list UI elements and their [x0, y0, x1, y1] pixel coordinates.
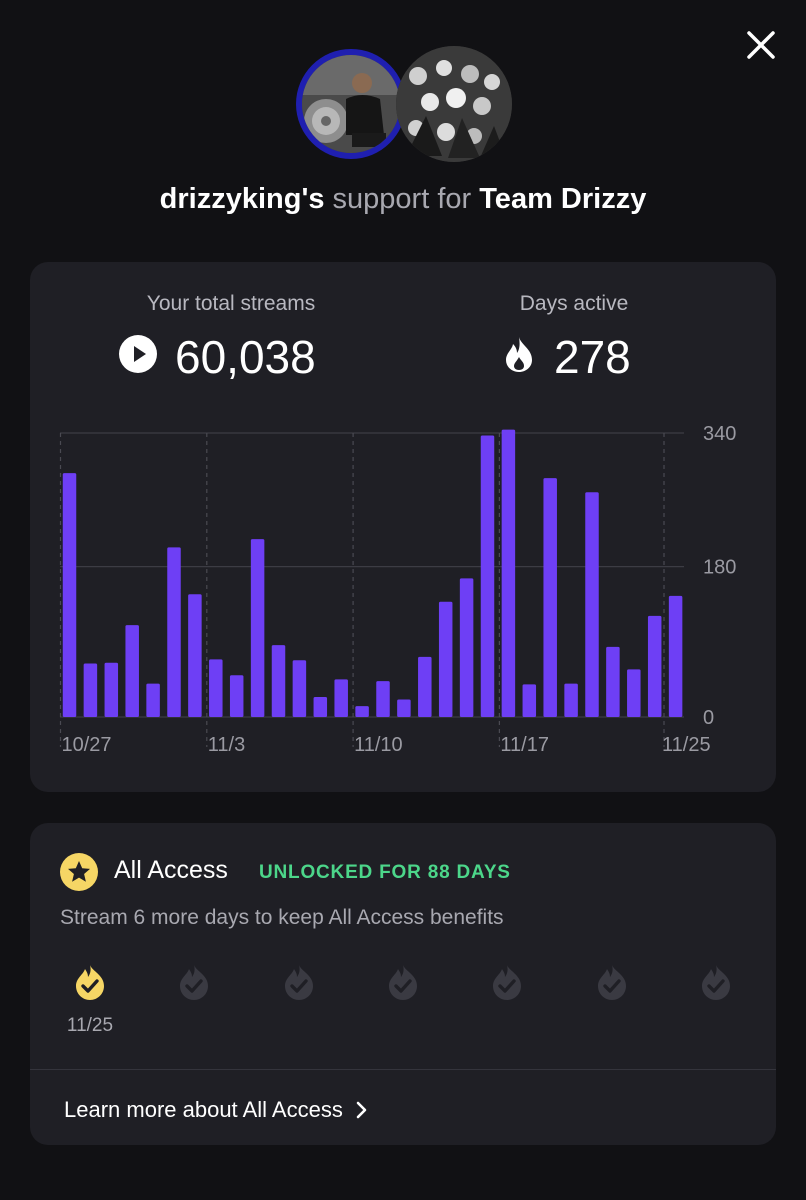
- streak-flame-check-icon: [597, 965, 626, 1000]
- close-icon: [747, 31, 775, 59]
- streak-day: [164, 963, 224, 1053]
- bar: [104, 662, 119, 717]
- divider: [30, 1069, 776, 1070]
- bar: [522, 684, 537, 717]
- learn-more-link[interactable]: Learn more about All Access: [64, 1097, 369, 1123]
- bar: [418, 656, 432, 717]
- bar: [146, 683, 160, 717]
- unlock-status-badge: UNLOCKED FOR 88 DAYS: [259, 862, 511, 883]
- bar: [647, 615, 662, 717]
- streak-day: [269, 963, 329, 1053]
- bar: [188, 594, 202, 717]
- streak-day: [373, 963, 433, 1053]
- bar: [376, 681, 390, 717]
- streak-flame-check-icon: [76, 965, 104, 1000]
- streak-day: [686, 963, 746, 1053]
- streak-flame-check-icon: [284, 965, 313, 1000]
- bar: [355, 706, 369, 717]
- bar: [564, 683, 578, 717]
- team-avatar: [396, 46, 512, 162]
- bar: [292, 660, 307, 717]
- streak-flame-check-icon: [493, 965, 522, 1000]
- learn-more-label: Learn more about All Access: [64, 1097, 343, 1122]
- username: drizzyking's: [159, 183, 325, 215]
- bar: [585, 492, 599, 717]
- bar: [83, 663, 98, 717]
- support-headline: drizzyking's support for Team Drizzy: [0, 180, 806, 218]
- bar: [668, 595, 683, 717]
- x-tick-label: 10/27: [62, 734, 112, 756]
- bar: [229, 675, 244, 717]
- bar: [250, 539, 265, 717]
- bar: [438, 601, 453, 717]
- x-tick-label: 11/10: [354, 734, 403, 756]
- all-access-description: Stream 6 more days to keep All Access be…: [60, 906, 504, 929]
- streak-day-label: 11/25: [66, 1015, 114, 1036]
- streams-chart: 340 180 0 10/27 11/3 11/10 11/17 11/25: [59, 423, 736, 756]
- close-button[interactable]: [744, 28, 778, 62]
- avatar-group: [296, 46, 516, 162]
- bar: [501, 429, 516, 717]
- bar: [543, 478, 557, 717]
- streak-day: [582, 963, 642, 1053]
- streak-flame-check-icon: [388, 965, 417, 1000]
- team-name: Team Drizzy: [479, 183, 647, 215]
- y-tick-label: 180: [703, 557, 736, 579]
- star-badge-icon: [60, 853, 98, 891]
- x-tick-label: 11/25: [662, 734, 711, 756]
- bar: [480, 435, 495, 717]
- x-tick-label: 11/17: [500, 734, 549, 756]
- bar: [459, 578, 474, 717]
- x-tick-label: 11/3: [208, 734, 245, 756]
- streak-day-row: 11/25: [60, 963, 750, 1053]
- stats-card: Your total streams 60,038 Days active 27…: [30, 262, 776, 792]
- y-tick-label: 340: [703, 423, 736, 445]
- bar: [271, 645, 286, 717]
- user-avatar: [296, 49, 406, 159]
- bar: [334, 679, 348, 717]
- all-access-card: All Access UNLOCKED FOR 88 DAYS Stream 6…: [30, 823, 776, 1145]
- streak-flame-check-icon: [180, 965, 209, 1000]
- y-tick-label: 0: [703, 707, 714, 729]
- all-access-title: All Access: [114, 856, 228, 884]
- streak-flame-check-icon: [701, 965, 730, 1000]
- chevron-right-icon: [356, 1101, 367, 1119]
- bar: [313, 696, 328, 717]
- bar: [62, 473, 77, 717]
- bar: [627, 669, 641, 717]
- bar: [606, 646, 620, 717]
- bar: [209, 659, 223, 717]
- bar: [167, 547, 181, 717]
- streak-day: 11/25: [60, 963, 120, 1053]
- bar: [125, 625, 139, 717]
- headline-connector: support for: [332, 183, 472, 215]
- streak-day: [477, 963, 537, 1053]
- bar: [397, 699, 411, 717]
